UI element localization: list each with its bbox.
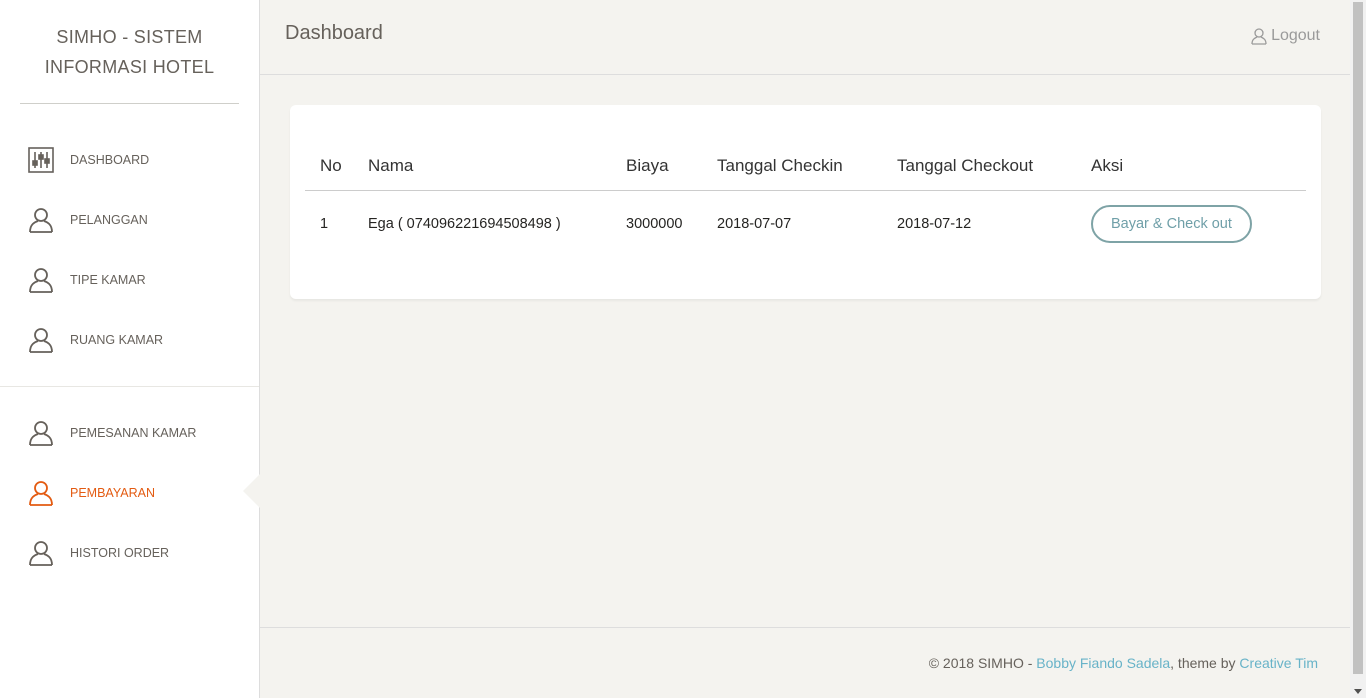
top-navbar: Dashboard Logout xyxy=(260,0,1350,75)
sidebar-nav-secondary: PEMESANAN KAMAR PEMBAYARAN HISTORI ORDER xyxy=(0,387,259,583)
cell-checkin: 2018-07-07 xyxy=(717,216,792,233)
payment-card: No Nama Biaya Tanggal Checkin Tanggal Ch… xyxy=(290,105,1321,299)
brand-line-1: SIMHO - SISTEM xyxy=(56,27,203,47)
cell-checkout: 2018-07-12 xyxy=(897,216,972,233)
user-icon xyxy=(27,539,55,567)
page-title: Dashboard xyxy=(285,22,383,44)
footer-theme-link[interactable]: Creative Tim xyxy=(1239,655,1318,671)
user-icon xyxy=(27,206,55,234)
column-header-no: No xyxy=(305,142,353,191)
sidebar-item-label: PELANGGAN xyxy=(70,213,148,227)
sidebar-item-pelanggan[interactable]: PELANGGAN xyxy=(0,190,259,250)
sidebar-item-label: PEMESANAN KAMAR xyxy=(70,426,197,440)
user-icon xyxy=(27,479,55,507)
scroll-down-arrow-icon[interactable] xyxy=(1354,689,1362,694)
cell-no: 1 xyxy=(320,216,329,233)
table-header-row: No Nama Biaya Tanggal Checkin Tanggal Ch… xyxy=(305,142,1306,191)
settings-sliders-icon xyxy=(27,146,55,174)
footer-middle: , theme by xyxy=(1170,655,1240,671)
sidebar-item-pembayaran[interactable]: PEMBAYARAN xyxy=(0,463,259,523)
logout-link[interactable]: Logout xyxy=(1250,27,1320,45)
column-header-nama: Nama xyxy=(353,142,611,191)
main-panel: Dashboard Logout No Nama Biaya Tanggal C… xyxy=(260,0,1350,698)
cell-biaya: 3000000 xyxy=(626,216,683,233)
footer-copyright: © 2018 SIMHO - Bobby Fiando Sadela, them… xyxy=(929,655,1318,671)
logout-label: Logout xyxy=(1271,27,1320,44)
user-icon xyxy=(27,266,55,294)
brand-logo[interactable]: SIMHO - SISTEM INFORMASI HOTEL xyxy=(20,0,239,104)
sidebar-item-tipe-kamar[interactable]: TIPE KAMAR xyxy=(0,250,259,310)
sidebar-item-dashboard[interactable]: DASHBOARD xyxy=(0,130,259,190)
table-row: 1 Ega ( 074096221694508498 ) 3000000 201… xyxy=(305,190,1306,258)
brand-line-2: INFORMASI HOTEL xyxy=(44,57,215,77)
footer-prefix: © 2018 SIMHO - xyxy=(928,655,1037,671)
pay-checkout-button[interactable]: Bayar & Check out xyxy=(1091,205,1252,244)
user-icon xyxy=(1251,28,1267,45)
sidebar-nav-primary: DASHBOARD PELANGGAN TIPE KAMAR RUANG KAM… xyxy=(0,104,259,387)
footer: © 2018 SIMHO - Bobby Fiando Sadela, them… xyxy=(260,627,1350,698)
sidebar-item-label: RUANG KAMAR xyxy=(70,333,164,347)
sidebar-item-label: TIPE KAMAR xyxy=(70,273,146,287)
sidebar-item-label: HISTORI ORDER xyxy=(70,546,170,560)
column-header-aksi: Aksi xyxy=(1076,142,1306,191)
sidebar-item-histori-order[interactable]: HISTORI ORDER xyxy=(0,523,259,583)
active-indicator-arrow xyxy=(243,474,260,508)
user-icon xyxy=(27,326,55,354)
sidebar-item-pemesanan-kamar[interactable]: PEMESANAN KAMAR xyxy=(0,403,259,463)
footer-author-link[interactable]: Bobby Fiando Sadela xyxy=(1036,655,1170,671)
sidebar-item-label: DASHBOARD xyxy=(70,153,150,167)
cell-aksi: Bayar & Check out xyxy=(1076,190,1306,258)
scrollbar-thumb[interactable] xyxy=(1353,2,1363,674)
vertical-scrollbar[interactable] xyxy=(1350,0,1366,698)
column-header-biaya: Biaya xyxy=(611,142,702,191)
payment-table: No Nama Biaya Tanggal Checkin Tanggal Ch… xyxy=(305,142,1306,258)
sidebar: SIMHO - SISTEM INFORMASI HOTEL DASHBOARD xyxy=(0,0,260,698)
sidebar-item-label: PEMBAYARAN xyxy=(70,486,155,500)
sidebar-item-ruang-kamar[interactable]: RUANG KAMAR xyxy=(0,310,259,370)
column-header-checkin: Tanggal Checkin xyxy=(702,142,882,191)
user-icon xyxy=(27,419,55,447)
column-header-checkout: Tanggal Checkout xyxy=(882,142,1076,191)
cell-nama: Ega ( 074096221694508498 ) xyxy=(368,216,561,233)
